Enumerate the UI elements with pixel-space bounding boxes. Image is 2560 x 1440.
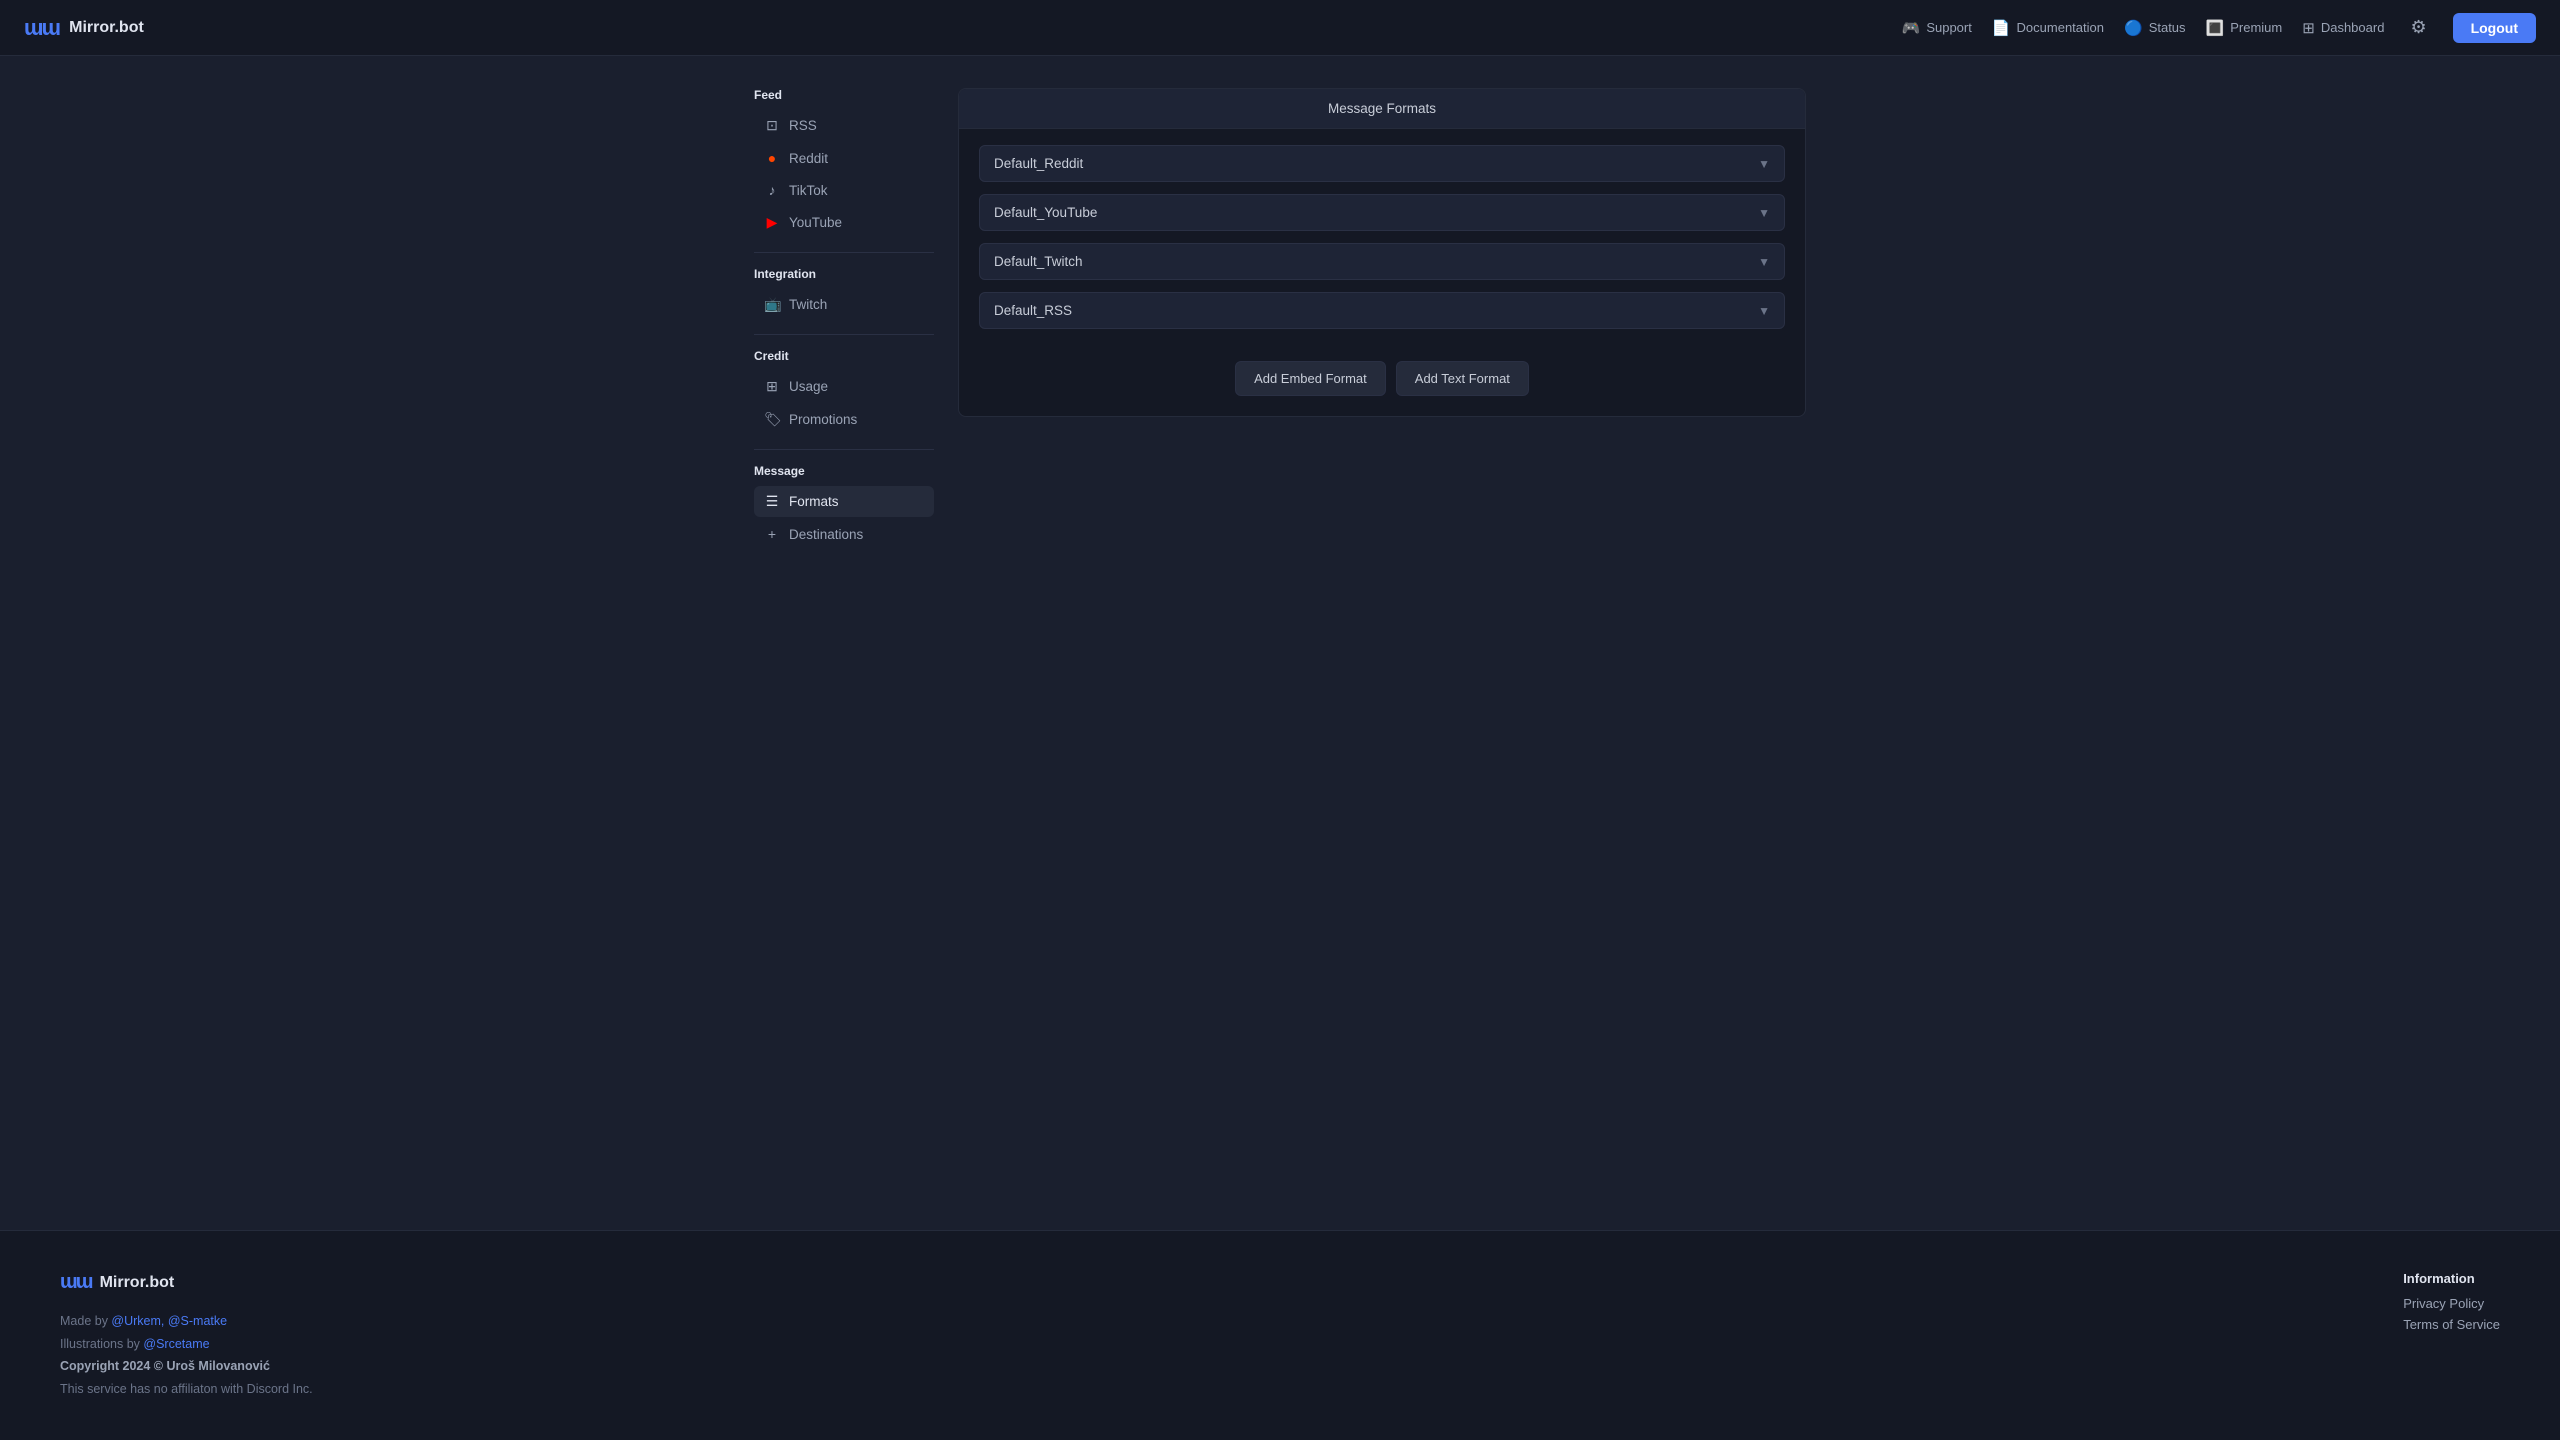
format-dropdown-reddit[interactable]: Default_Reddit ▼ <box>979 145 1785 182</box>
sidebar-section-message: Message <box>754 464 934 478</box>
sidebar-item-tiktok[interactable]: ♪ TikTok <box>754 175 934 205</box>
sidebar-item-youtube[interactable]: ▶ YouTube <box>754 207 934 238</box>
sidebar-item-destinations[interactable]: + Destinations <box>754 519 934 549</box>
nav-dashboard-label: Dashboard <box>2321 20 2385 35</box>
sidebar-item-usage-label: Usage <box>789 379 828 394</box>
nav-status[interactable]: 🔵 Status <box>2124 19 2186 37</box>
header-nav: 🎮 Support 📄 Documentation 🔵 Status 🔳 Pre… <box>1902 11 2536 44</box>
settings-button[interactable]: ⚙ <box>2404 11 2432 44</box>
divider-credit-message <box>754 449 934 450</box>
made-by-prefix: Made by <box>60 1314 111 1328</box>
terms-of-service-link[interactable]: Terms of Service <box>2403 1317 2500 1332</box>
message-formats-box: Message Formats Default_Reddit ▼ Default… <box>958 88 1806 417</box>
sidebar-item-destinations-label: Destinations <box>789 527 863 542</box>
chevron-down-icon: ▼ <box>1758 255 1770 269</box>
format-dropdown-youtube[interactable]: Default_YouTube ▼ <box>979 194 1785 231</box>
divider-integration-credit <box>754 334 934 335</box>
sidebar: Feed ⊡ RSS ● Reddit ♪ TikTok ▶ YouTube I… <box>754 88 934 1198</box>
nav-support[interactable]: 🎮 Support <box>1902 19 1972 37</box>
sidebar-item-tiktok-label: TikTok <box>789 183 828 198</box>
footer-logo-text: Mirror.bot <box>100 1274 175 1292</box>
add-text-format-button[interactable]: Add Text Format <box>1396 361 1529 396</box>
chevron-down-icon: ▼ <box>1758 304 1770 318</box>
sidebar-item-formats-label: Formats <box>789 494 839 509</box>
nav-premium[interactable]: 🔳 Premium <box>2206 19 2283 37</box>
sidebar-item-promotions-label: Promotions <box>789 412 857 427</box>
format-dropdown-twitch[interactable]: Default_Twitch ▼ <box>979 243 1785 280</box>
sidebar-item-rss-label: RSS <box>789 118 817 133</box>
divider-feed-integration <box>754 252 934 253</box>
footer-illustrations: Illustrations by @Srcetame <box>60 1333 313 1356</box>
message-formats-title: Message Formats <box>959 89 1805 129</box>
logout-button[interactable]: Logout <box>2453 13 2536 43</box>
logo: ɯɯ Mirror.bot <box>24 15 144 41</box>
nav-support-label: Support <box>1926 20 1972 35</box>
content-area: Message Formats Default_Reddit ▼ Default… <box>958 88 1806 1198</box>
formats-icon: ☰ <box>764 493 780 510</box>
header: ɯɯ Mirror.bot 🎮 Support 📄 Documentation … <box>0 0 2560 56</box>
dashboard-icon: ⊞ <box>2302 19 2315 37</box>
illustrations-prefix: Illustrations by <box>60 1337 143 1351</box>
made-by-link[interactable]: @Urkem, @S-matke <box>111 1314 227 1328</box>
footer-left: ɯɯ Mirror.bot Made by @Urkem, @S-matke I… <box>60 1271 313 1400</box>
sidebar-item-rss[interactable]: ⊡ RSS <box>754 110 934 141</box>
discord-icon: 🎮 <box>1902 19 1921 37</box>
format-dropdown-twitch-value: Default_Twitch <box>994 254 1083 269</box>
footer-disclaimer: This service has no affiliaton with Disc… <box>60 1378 313 1401</box>
sidebar-item-promotions[interactable]: 🏷 Promotions <box>754 404 934 435</box>
twitch-icon: 📺 <box>764 296 780 313</box>
chevron-down-icon: ▼ <box>1758 157 1770 171</box>
format-buttons: Add Embed Format Add Text Format <box>959 345 1805 416</box>
tiktok-icon: ♪ <box>764 182 780 198</box>
sidebar-item-reddit-label: Reddit <box>789 151 828 166</box>
sidebar-item-twitch[interactable]: 📺 Twitch <box>754 289 934 320</box>
logo-icon: ɯɯ <box>24 15 59 41</box>
footer-right: Information Privacy Policy Terms of Serv… <box>2403 1271 2500 1338</box>
reddit-icon: ● <box>764 150 780 166</box>
nav-premium-label: Premium <box>2230 20 2282 35</box>
usage-icon: ⊞ <box>764 378 780 395</box>
promotions-icon: 🏷 <box>764 411 780 428</box>
illustrations-link[interactable]: @Srcetame <box>143 1337 209 1351</box>
format-dropdown-rss-value: Default_RSS <box>994 303 1072 318</box>
nav-documentation-label: Documentation <box>2017 20 2104 35</box>
destinations-icon: + <box>764 526 780 542</box>
footer-copyright: Copyright 2024 © Uroš Milovanović <box>60 1355 313 1378</box>
format-dropdown-youtube-value: Default_YouTube <box>994 205 1097 220</box>
main-content: Feed ⊡ RSS ● Reddit ♪ TikTok ▶ YouTube I… <box>730 56 1830 1230</box>
footer-made-by: Made by @Urkem, @S-matke <box>60 1310 313 1333</box>
status-icon: 🔵 <box>2124 19 2143 37</box>
privacy-policy-link[interactable]: Privacy Policy <box>2403 1296 2500 1311</box>
footer: ɯɯ Mirror.bot Made by @Urkem, @S-matke I… <box>0 1230 2560 1440</box>
nav-dashboard[interactable]: ⊞ Dashboard <box>2302 19 2384 37</box>
youtube-icon: ▶ <box>764 214 780 231</box>
rss-icon: ⊡ <box>764 117 780 134</box>
sidebar-section-feed: Feed <box>754 88 934 102</box>
sidebar-item-twitch-label: Twitch <box>789 297 827 312</box>
nav-documentation[interactable]: 📄 Documentation <box>1992 19 2104 37</box>
sidebar-section-credit: Credit <box>754 349 934 363</box>
sidebar-item-youtube-label: YouTube <box>789 215 842 230</box>
footer-logo-icon: ɯɯ <box>60 1271 92 1294</box>
footer-logo: ɯɯ Mirror.bot <box>60 1271 313 1294</box>
add-embed-format-button[interactable]: Add Embed Format <box>1235 361 1386 396</box>
footer-information-title: Information <box>2403 1271 2500 1286</box>
sidebar-item-usage[interactable]: ⊞ Usage <box>754 371 934 402</box>
formats-list: Default_Reddit ▼ Default_YouTube ▼ Defau… <box>959 129 1805 345</box>
sidebar-item-formats[interactable]: ☰ Formats <box>754 486 934 517</box>
logo-text: Mirror.bot <box>69 19 144 37</box>
premium-icon: 🔳 <box>2206 19 2225 37</box>
nav-status-label: Status <box>2149 20 2186 35</box>
sidebar-item-reddit[interactable]: ● Reddit <box>754 143 934 173</box>
format-dropdown-rss[interactable]: Default_RSS ▼ <box>979 292 1785 329</box>
format-dropdown-reddit-value: Default_Reddit <box>994 156 1083 171</box>
sidebar-section-integration: Integration <box>754 267 934 281</box>
doc-icon: 📄 <box>1992 19 2011 37</box>
copyright-text: Copyright 2024 © Uroš Milovanović <box>60 1359 270 1373</box>
chevron-down-icon: ▼ <box>1758 206 1770 220</box>
